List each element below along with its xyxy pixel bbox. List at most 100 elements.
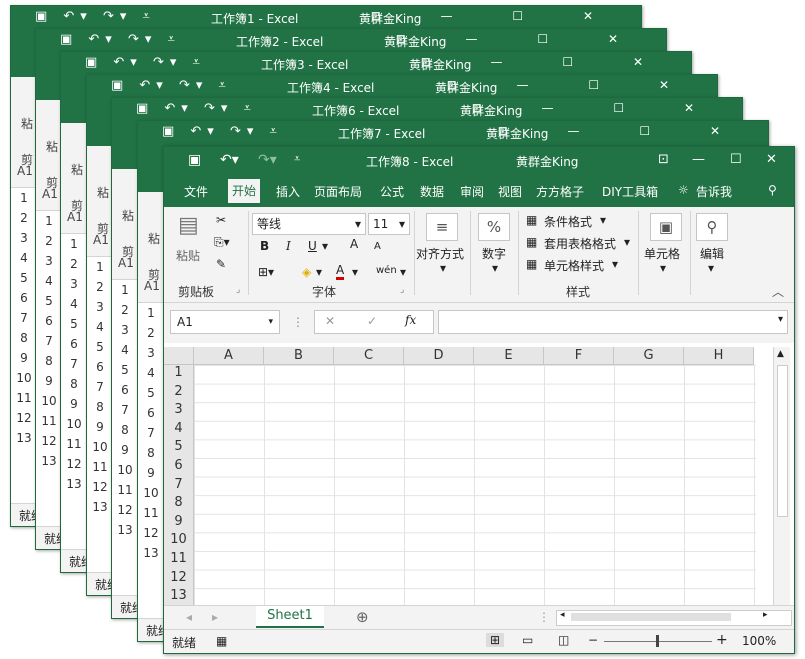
row-number[interactable]: 1 (112, 280, 138, 300)
tab-insert[interactable]: 插入 (276, 183, 300, 200)
paste-button[interactable]: 粘贴 (176, 247, 200, 264)
row-header[interactable]: 13 (164, 588, 194, 607)
row-number[interactable]: 3 (112, 320, 138, 340)
row-header[interactable]: 7 (164, 476, 194, 496)
row-header[interactable]: 3 (164, 402, 194, 421)
font-color-dropdown-icon[interactable]: ▾ (352, 265, 358, 279)
row-number[interactable]: 3 (11, 228, 37, 248)
row-number[interactable]: 13 (61, 474, 87, 494)
add-sheet-icon[interactable]: ⊕ (356, 608, 369, 626)
table-format-dropdown-icon[interactable]: ▾ (624, 235, 630, 249)
row-number[interactable]: 2 (36, 231, 62, 251)
row-number[interactable]: 4 (112, 340, 138, 360)
dialog-launcher-icon[interactable]: ⌟ (236, 285, 240, 295)
fill-color-icon[interactable]: ◈ (302, 265, 311, 279)
row-number[interactable]: 13 (36, 451, 62, 471)
column-header[interactable]: B (264, 347, 334, 365)
copy-icon[interactable]: ⎘▾ (214, 235, 230, 250)
ribbon-display-icon[interactable]: ⊡ (658, 152, 669, 167)
row-number[interactable]: 11 (61, 434, 87, 454)
row-number[interactable]: 4 (11, 248, 37, 268)
name-box[interactable]: A1 (118, 256, 134, 270)
row-number[interactable]: 10 (112, 460, 138, 480)
quick-access-icons[interactable]: ▣ ↶▾ ↷▾ ⩡ (136, 101, 257, 116)
paste-button[interactable]: 粘 (21, 115, 33, 132)
row-number[interactable]: 10 (61, 414, 87, 434)
row-number[interactable]: 3 (36, 251, 62, 271)
row-number[interactable]: 9 (11, 348, 37, 368)
row-number[interactable]: 7 (138, 423, 164, 443)
font-color-button[interactable]: A (336, 263, 345, 280)
tab-home[interactable]: 开始 (228, 179, 261, 203)
paste-icon[interactable]: ▤ (178, 213, 199, 238)
tab-ffgz[interactable]: 方方格子 (536, 183, 584, 200)
name-box[interactable]: A1 (17, 164, 33, 178)
row-number[interactable]: 7 (61, 354, 87, 374)
enter-button[interactable]: ✓ (367, 314, 377, 328)
row-number[interactable]: 11 (11, 388, 37, 408)
row-number[interactable]: 13 (112, 520, 138, 540)
alignment-button[interactable]: 对齐方式 (416, 245, 464, 262)
window-controls[interactable]: ⊡ — ☐ ✕ (498, 124, 748, 138)
row-number[interactable]: 1 (138, 303, 164, 323)
name-box[interactable]: A1 (144, 279, 160, 293)
row-number[interactable]: 9 (138, 463, 164, 483)
page-break-view-icon[interactable]: ◫ (558, 633, 569, 647)
number-dropdown-icon[interactable]: ▾ (492, 261, 498, 275)
italic-button[interactable]: I (286, 239, 291, 253)
zoom-out-icon[interactable]: − (588, 633, 598, 647)
row-header[interactable]: 1 (164, 365, 194, 384)
window-controls[interactable]: ⊡ — ☐ ✕ (396, 32, 646, 46)
expand-formula-icon[interactable]: ▾ (778, 314, 783, 325)
row-header[interactable]: 9 (164, 513, 194, 533)
undo-icon[interactable]: ↶▾ (220, 152, 239, 168)
scroll-right-icon[interactable]: ▸ (763, 610, 768, 620)
quick-access-icons[interactable]: ▣ ↶▾ ↷▾ ⩡ (162, 124, 283, 139)
tab-review[interactable]: 审阅 (460, 183, 484, 200)
insert-function-button[interactable]: fx (405, 313, 416, 327)
name-box[interactable]: A1 ▾ (170, 310, 280, 334)
sheet-tab-sheet1[interactable]: Sheet1 (256, 606, 324, 628)
paste-button[interactable]: 粘 (46, 138, 58, 155)
row-number[interactable]: 13 (138, 543, 164, 563)
fill-color-dropdown-icon[interactable]: ▾ (316, 265, 322, 279)
window-controls[interactable]: ⊡ — ☐ ✕ (447, 78, 697, 92)
row-header[interactable]: 4 (164, 420, 194, 440)
row-number[interactable]: 5 (138, 383, 164, 403)
phonetic-dropdown-icon[interactable]: ▾ (400, 265, 406, 279)
row-number[interactable]: 4 (87, 317, 113, 337)
row-number[interactable]: 2 (61, 254, 87, 274)
row-number[interactable]: 10 (138, 483, 164, 503)
row-header[interactable]: 8 (164, 495, 194, 514)
increase-font-button[interactable]: A (350, 237, 358, 251)
user-name[interactable]: 黄群金King (516, 153, 578, 170)
paste-button[interactable]: 粘 (148, 230, 160, 247)
row-number[interactable]: 9 (36, 371, 62, 391)
row-number[interactable]: 10 (11, 368, 37, 388)
row-number[interactable]: 7 (11, 308, 37, 328)
tab-data[interactable]: 数据 (420, 183, 444, 200)
row-number[interactable]: 2 (87, 277, 113, 297)
row-header[interactable]: 11 (164, 551, 194, 570)
row-number[interactable]: 7 (36, 331, 62, 351)
page-layout-view-icon[interactable]: ▭ (522, 633, 533, 647)
normal-view-icon[interactable]: ⊞ (486, 633, 505, 647)
window-controls[interactable]: ⊡ — ☐ ✕ (472, 101, 722, 115)
save-icon[interactable]: ▣ (188, 152, 201, 168)
font-name-select[interactable]: 等线 ▾ (252, 213, 366, 235)
tab-file[interactable]: 文件 (184, 183, 208, 200)
row-number[interactable]: 5 (36, 291, 62, 311)
row-number[interactable]: 2 (112, 300, 138, 320)
paste-button[interactable]: 粘 (71, 161, 83, 178)
column-header[interactable]: H (684, 347, 754, 365)
borders-icon[interactable]: ⊞▾ (258, 265, 274, 279)
row-number[interactable]: 11 (138, 503, 164, 523)
cancel-button[interactable]: ✕ (325, 314, 335, 328)
row-header[interactable]: 2 (164, 383, 194, 403)
macro-record-icon[interactable]: ▦ (216, 634, 227, 648)
row-number[interactable]: 1 (11, 188, 37, 208)
row-number[interactable]: 3 (61, 274, 87, 294)
phonetic-button[interactable]: wén (376, 265, 397, 276)
editing-button[interactable]: 编辑 (700, 245, 724, 262)
row-number[interactable]: 1 (87, 257, 113, 277)
